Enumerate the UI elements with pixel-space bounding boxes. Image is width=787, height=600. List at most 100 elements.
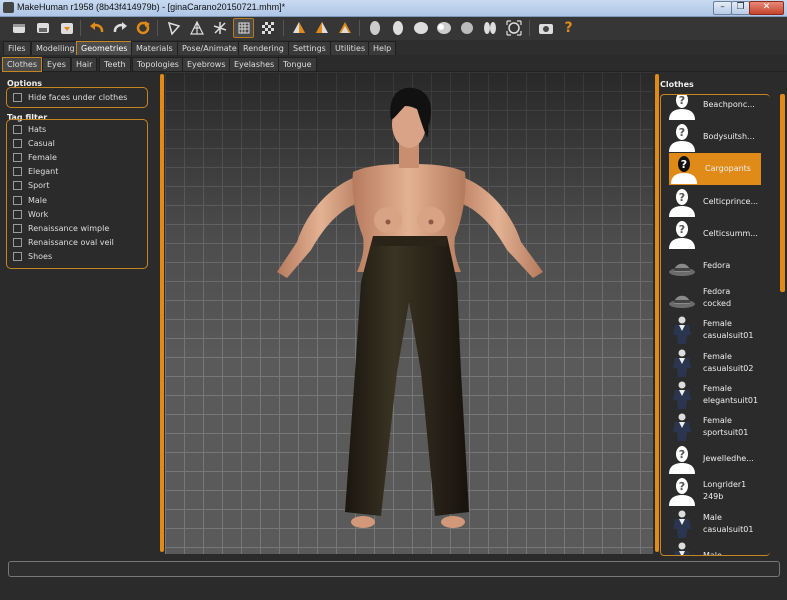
close-button[interactable]: ✕ [749, 1, 784, 15]
subtab-eyebrows[interactable]: Eyebrows [182, 57, 231, 72]
tab-modelling[interactable]: Modelling [31, 41, 80, 55]
toolbar-separator [529, 20, 530, 36]
tag-filter-group: Hats Casual Female Elegant Sport Male Work Rena… [6, 119, 148, 269]
new-file-icon[interactable] [8, 18, 29, 38]
clothes-item-label: Fedora cocked [703, 287, 732, 309]
tag-checkbox-elegant[interactable]: Elegant [13, 166, 58, 178]
export-icon[interactable] [56, 18, 77, 38]
tag-checkbox-casual[interactable]: Casual [13, 137, 55, 149]
checkbox-box[interactable] [13, 209, 22, 219]
front-view-icon[interactable] [288, 18, 309, 38]
tag-checkbox-shoes[interactable]: Shoes [13, 251, 52, 263]
checkbox-box[interactable] [13, 238, 22, 248]
clothes-item[interactable]: ? Celticprince... [667, 186, 761, 218]
tag-checkbox-hats[interactable]: Hats [13, 123, 46, 135]
checkbox-box[interactable] [13, 138, 22, 148]
tab-geometries[interactable]: Geometries [76, 41, 133, 55]
subtab-eyelashes[interactable]: Eyelashes [229, 57, 280, 72]
checkbox-box[interactable] [13, 124, 22, 134]
checkbox-box[interactable] [13, 195, 22, 205]
clothes-item[interactable]: ? Bodysuitsh... [667, 121, 761, 153]
side-view-icon[interactable] [433, 18, 454, 38]
clothes-item-label: Celticprince... [703, 196, 759, 206]
tab-settings[interactable]: Settings [288, 41, 331, 55]
tag-checkbox-sport[interactable]: Sport [13, 180, 49, 192]
tag-checkbox-work[interactable]: Work [13, 208, 48, 220]
wireframe-icon[interactable] [186, 18, 207, 38]
grid-icon[interactable] [233, 18, 254, 38]
pose-icon[interactable] [209, 18, 230, 38]
clothes-item-label: Female casualsuit02 [703, 351, 754, 373]
right-panel-scrollbar-left[interactable] [655, 74, 659, 552]
clothes-item[interactable]: Female casualsuit01 [667, 314, 761, 346]
tab-help[interactable]: Help [368, 41, 397, 55]
tab-utilities[interactable]: Utilities [330, 41, 371, 55]
split-view-icon[interactable] [479, 18, 500, 38]
svg-text:?: ? [679, 223, 685, 236]
left-view-icon[interactable] [334, 18, 355, 38]
clothes-item[interactable]: ? Cargopants [669, 153, 761, 186]
suit-figure-icon [667, 413, 697, 441]
reset-icon[interactable] [132, 18, 153, 38]
subtab-teeth[interactable]: Teeth [99, 57, 131, 72]
back-view-icon[interactable] [311, 18, 332, 38]
hide-faces-checkbox[interactable]: Hide faces under clothes [13, 91, 127, 103]
checkbox-box[interactable] [13, 223, 22, 233]
restore-button[interactable]: ❐ [731, 1, 750, 15]
3d-viewport[interactable] [165, 72, 653, 554]
clothes-item[interactable]: Fedora cocked [667, 282, 761, 314]
subtab-eyes[interactable]: Eyes [42, 57, 71, 72]
tab-materials[interactable]: Materials [131, 41, 178, 55]
checker-icon[interactable] [257, 18, 278, 38]
tag-label: Hats [28, 124, 47, 134]
tag-checkbox-renaissance-wimple[interactable]: Renaissance wimple [13, 222, 109, 234]
clothes-item[interactable]: ? Jewelledhe... [667, 443, 761, 475]
sphere-view-icon[interactable] [456, 18, 477, 38]
subtab-clothes[interactable]: Clothes [2, 57, 42, 72]
clothes-item[interactable]: Female sportsuit01 [667, 411, 761, 443]
tag-checkbox-renaissance-oval-veil[interactable]: Renaissance oval veil [13, 237, 114, 249]
tag-label: Work [28, 209, 49, 219]
app-icon [3, 2, 14, 13]
subtab-topologies[interactable]: Topologies [132, 57, 184, 72]
bottom-view-icon[interactable] [410, 18, 431, 38]
save-icon[interactable] [32, 18, 53, 38]
checkbox-box[interactable] [13, 92, 22, 102]
screenshot-icon[interactable] [535, 18, 556, 38]
tab-rendering[interactable]: Rendering [238, 41, 289, 55]
redo-icon[interactable] [109, 18, 130, 38]
checkbox-box[interactable] [13, 252, 22, 262]
clothes-item-label: Longrider1 249b [703, 480, 747, 502]
checkbox-box[interactable] [13, 181, 22, 191]
minimize-button[interactable]: – [713, 1, 732, 15]
tab-poseanimate[interactable]: Pose/Animate [177, 41, 242, 55]
clothes-item[interactable]: ? Beachponc... [667, 95, 761, 121]
clothes-item[interactable]: Female casualsuit02 [667, 347, 761, 379]
clothes-item-label: Male [703, 550, 722, 556]
window-titlebar: MakeHuman r1958 (8b43f414979b) - [ginaCa… [0, 0, 787, 17]
smooth-icon[interactable] [163, 18, 184, 38]
reset-camera-icon[interactable] [503, 18, 524, 38]
help-icon[interactable]: ? [558, 18, 579, 38]
clothes-list-scrollbar[interactable] [780, 94, 785, 292]
subtab-hair[interactable]: Hair [71, 57, 98, 72]
checkbox-box[interactable] [13, 152, 22, 162]
tab-files[interactable]: Files [3, 41, 31, 55]
tag-label: Sport [28, 181, 50, 191]
undo-icon[interactable] [86, 18, 107, 38]
clothes-item[interactable]: ? Longrider1 249b [667, 475, 761, 507]
clothes-item[interactable]: Female elegantsuit01 [667, 379, 761, 411]
left-panel-scrollbar[interactable] [160, 74, 164, 552]
right-view-icon[interactable] [364, 18, 385, 38]
clothes-item[interactable]: Male casualsuit01 [667, 508, 761, 540]
toolbar-separator [157, 20, 158, 36]
top-view-icon[interactable] [387, 18, 408, 38]
tag-checkbox-female[interactable]: Female [13, 151, 57, 163]
checkbox-box[interactable] [13, 167, 22, 177]
clothes-item[interactable]: ? Celticsumm... [667, 218, 761, 250]
tag-checkbox-male[interactable]: Male [13, 194, 47, 206]
subtab-tongue[interactable]: Tongue [278, 57, 317, 72]
clothes-item[interactable]: Male [667, 540, 761, 556]
clothes-item[interactable]: Fedora [667, 250, 761, 282]
suit-figure-icon [667, 316, 697, 345]
